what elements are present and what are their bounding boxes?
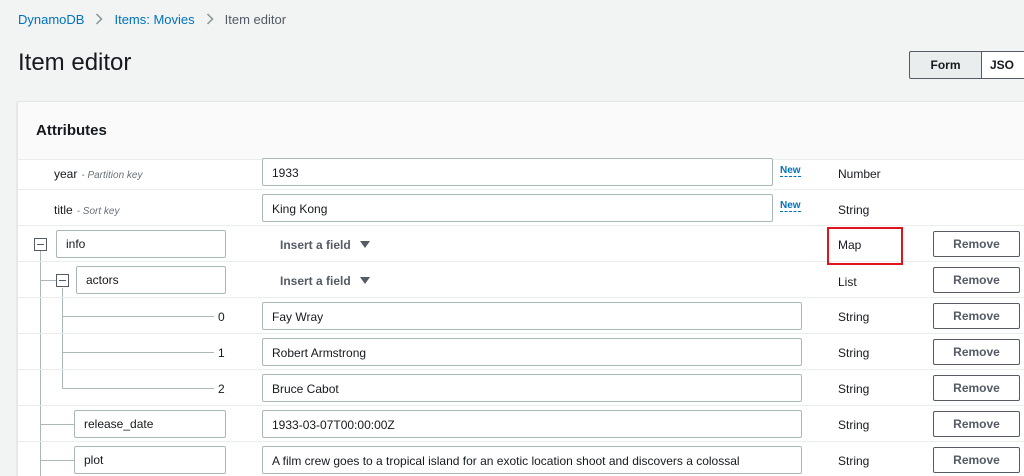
attribute-type: String bbox=[838, 346, 870, 360]
attribute-name-title: title - Sort key bbox=[54, 203, 120, 217]
attribute-value-release-date[interactable]: 1933-03-07T00:00:00Z bbox=[262, 410, 802, 438]
attribute-type-plot: String bbox=[838, 454, 870, 468]
attribute-row-year: year - Partition key 1933 New Number bbox=[18, 154, 1024, 190]
list-item-actor-1: 1 Robert Armstrong String Remove bbox=[18, 334, 1024, 370]
list-item-value[interactable]: Robert Armstrong bbox=[262, 338, 802, 366]
attribute-name-year: year - Partition key bbox=[54, 167, 143, 181]
caret-down-icon bbox=[359, 277, 370, 285]
attribute-value-year[interactable]: 1933 bbox=[262, 158, 773, 186]
list-item-actor-0: 0 Fay Wray String Remove bbox=[18, 298, 1024, 334]
attribute-type-release-date: String bbox=[838, 418, 870, 432]
remove-button-release-date[interactable]: Remove bbox=[933, 411, 1020, 437]
chevron-right-icon bbox=[206, 13, 214, 25]
insert-field-dropdown[interactable]: Insert a field bbox=[280, 238, 370, 252]
new-link-year[interactable]: New bbox=[780, 165, 801, 177]
collapse-icon[interactable] bbox=[34, 238, 47, 251]
attribute-type-title: String bbox=[838, 203, 870, 217]
new-link-title[interactable]: New bbox=[780, 200, 801, 212]
list-index: 2 bbox=[218, 382, 225, 396]
breadcrumb-items-movies-link[interactable]: Items: Movies bbox=[114, 12, 194, 27]
attribute-type-year: Number bbox=[838, 167, 881, 181]
attribute-name-info[interactable]: info bbox=[56, 230, 226, 258]
list-index: 1 bbox=[218, 346, 225, 360]
json-view-button[interactable]: JSO bbox=[982, 51, 1024, 79]
attributes-title: Attributes bbox=[36, 122, 107, 139]
attribute-row-plot: plot A film crew goes to a tropical isla… bbox=[18, 442, 1024, 476]
list-item-value[interactable]: Bruce Cabot bbox=[262, 374, 802, 402]
chevron-right-icon bbox=[95, 13, 104, 25]
collapse-icon[interactable] bbox=[56, 274, 69, 287]
attributes-panel: Attributes year - Partition key 1933 New … bbox=[17, 101, 1024, 476]
sort-key-label: - Sort key bbox=[76, 206, 120, 217]
list-item-actor-2: 2 Bruce Cabot String Remove bbox=[18, 370, 1024, 406]
attribute-value-plot[interactable]: A film crew goes to a tropical island fo… bbox=[262, 446, 802, 474]
breadcrumb-dynamodb-link[interactable]: DynamoDB bbox=[18, 12, 84, 27]
attribute-type: String bbox=[838, 310, 870, 324]
highlight-box bbox=[827, 227, 903, 265]
list-item-value[interactable]: Fay Wray bbox=[262, 302, 802, 330]
attribute-row-title: title - Sort key King Kong New String bbox=[18, 190, 1024, 226]
attribute-type: String bbox=[838, 382, 870, 396]
list-index: 0 bbox=[218, 310, 225, 324]
remove-button[interactable]: Remove bbox=[933, 303, 1020, 329]
remove-button-info[interactable]: Remove bbox=[933, 231, 1020, 257]
attributes-panel-header: Attributes bbox=[18, 102, 1024, 160]
attribute-value-title[interactable]: King Kong bbox=[262, 194, 773, 222]
breadcrumb-current: Item editor bbox=[224, 11, 287, 27]
partition-key-label: - Partition key bbox=[81, 170, 143, 181]
form-view-button[interactable]: Form bbox=[909, 51, 982, 79]
view-mode-toggle: Form JSO bbox=[909, 51, 1024, 79]
remove-button-actors[interactable]: Remove bbox=[933, 267, 1020, 293]
attribute-row-actors: actors Insert a field List Remove bbox=[18, 262, 1024, 298]
attribute-type-actors: List bbox=[838, 275, 857, 289]
attribute-name-release-date[interactable]: release_date bbox=[74, 410, 226, 438]
remove-button[interactable]: Remove bbox=[933, 339, 1020, 365]
insert-field-dropdown[interactable]: Insert a field bbox=[280, 274, 370, 288]
attribute-name-plot[interactable]: plot bbox=[74, 446, 226, 474]
attribute-row-release-date: release_date 1933-03-07T00:00:00Z String… bbox=[18, 406, 1024, 442]
attribute-name-actors[interactable]: actors bbox=[76, 266, 226, 294]
remove-button-plot[interactable]: Remove bbox=[933, 447, 1020, 473]
remove-button[interactable]: Remove bbox=[933, 375, 1020, 401]
breadcrumb: DynamoDB Items: Movies Item editor bbox=[18, 10, 286, 28]
caret-down-icon bbox=[359, 241, 370, 249]
page-title: Item editor bbox=[18, 49, 132, 76]
